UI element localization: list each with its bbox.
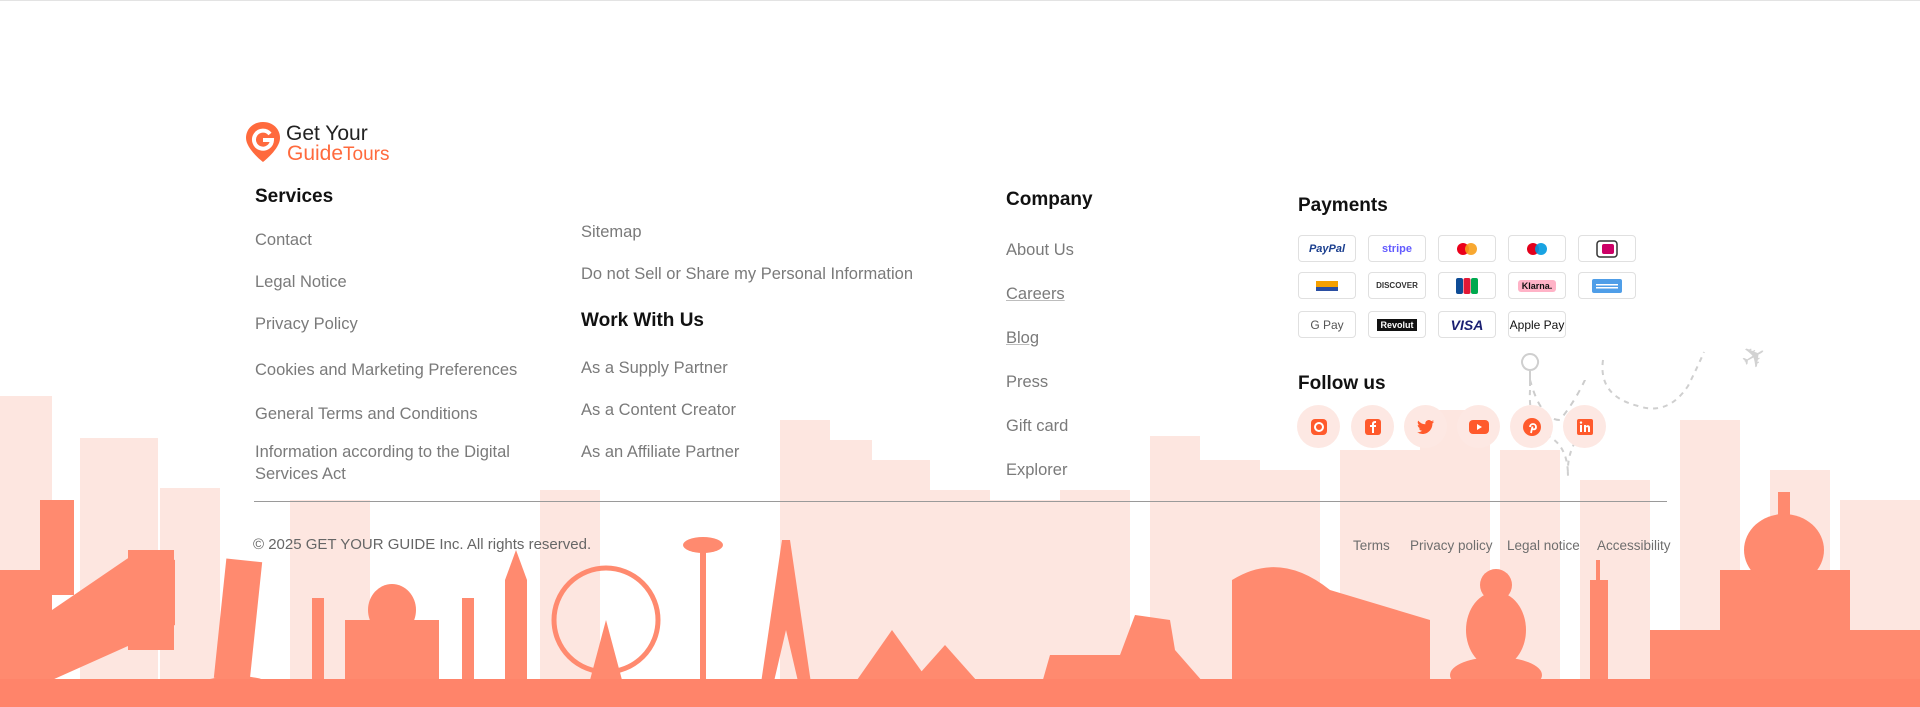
- brand-logo[interactable]: Get Your GuideTours: [246, 120, 406, 166]
- stripe-badge: stripe: [1368, 235, 1426, 262]
- sitemap-link[interactable]: Sitemap: [581, 221, 642, 243]
- stripe-label: stripe: [1382, 242, 1412, 255]
- revolut-label: Revolut: [1377, 318, 1417, 331]
- top-border: [0, 0, 1920, 1]
- sofort-badge: [1298, 272, 1356, 299]
- terms-link[interactable]: Terms: [1353, 538, 1390, 553]
- facebook-icon[interactable]: [1351, 405, 1394, 448]
- ideal-badge: [1578, 235, 1636, 262]
- general-terms-link[interactable]: General Terms and Conditions: [255, 403, 478, 425]
- digital-services-act-link[interactable]: Information according to the Digital Ser…: [255, 441, 545, 485]
- footer-divider: [254, 501, 1667, 502]
- google-pay-label: G Pay: [1310, 317, 1344, 332]
- linkedin-icon[interactable]: [1563, 405, 1606, 448]
- contact-link[interactable]: Contact: [255, 229, 312, 251]
- logo-line2: GuideTours: [287, 142, 390, 166]
- paypal-badge: PayPal: [1298, 235, 1356, 262]
- revolut-badge: Revolut: [1368, 311, 1426, 338]
- ideal-icon: [1596, 239, 1618, 258]
- explorer-link[interactable]: Explorer: [1006, 459, 1067, 481]
- apple-pay-label: Apple Pay: [1509, 317, 1565, 332]
- mastercard-icon: [1457, 242, 1477, 255]
- mastercard-badge: [1438, 235, 1496, 262]
- instagram-icon[interactable]: [1297, 405, 1340, 448]
- youtube-icon[interactable]: [1457, 405, 1500, 448]
- supply-partner-link[interactable]: As a Supply Partner: [581, 357, 728, 379]
- privacy-policy-link[interactable]: Privacy Policy: [255, 313, 358, 335]
- legal-notice-link[interactable]: Legal Notice: [255, 271, 347, 293]
- gift-card-link[interactable]: Gift card: [1006, 415, 1068, 437]
- accessibility-link[interactable]: Accessibility: [1597, 538, 1671, 553]
- jcb-badge: [1438, 272, 1496, 299]
- content-creator-link[interactable]: As a Content Creator: [581, 399, 736, 421]
- klarna-badge: Klarna.: [1508, 272, 1566, 299]
- affiliate-partner-link[interactable]: As an Affiliate Partner: [581, 441, 739, 463]
- paypal-label: PayPal: [1308, 242, 1346, 255]
- klarna-label: Klarna.: [1517, 279, 1557, 292]
- services-heading: Services: [255, 186, 334, 207]
- location-pin-logo-icon: [246, 122, 280, 162]
- work-with-us-heading: Work With Us: [581, 310, 704, 331]
- airplane-icon: ✈: [1735, 336, 1774, 379]
- amex-badge: [1578, 272, 1636, 299]
- press-link[interactable]: Press: [1006, 371, 1048, 393]
- company-heading: Company: [1006, 189, 1093, 210]
- discover-badge: DISCOVER: [1368, 272, 1426, 299]
- sofort-icon: [1316, 280, 1338, 291]
- cookies-preferences-link[interactable]: Cookies and Marketing Preferences: [255, 359, 517, 381]
- pinterest-icon[interactable]: [1510, 405, 1553, 448]
- google-pay-badge: G Pay: [1298, 311, 1356, 338]
- copyright-text: © 2025 GET YOUR GUIDE Inc. All rights re…: [253, 536, 592, 553]
- follow-us-heading: Follow us: [1298, 373, 1386, 394]
- amex-icon: [1592, 278, 1622, 293]
- privacy-policy-bottom-link[interactable]: Privacy policy: [1410, 538, 1493, 553]
- careers-link[interactable]: Careers: [1006, 283, 1065, 305]
- payments-heading: Payments: [1298, 195, 1388, 216]
- maestro-icon: [1527, 242, 1547, 255]
- maestro-badge: [1508, 235, 1566, 262]
- blog-link[interactable]: Blog: [1006, 327, 1039, 349]
- twitter-icon[interactable]: [1404, 405, 1447, 448]
- about-us-link[interactable]: About Us: [1006, 239, 1074, 261]
- visa-label: VISA: [1450, 316, 1484, 333]
- do-not-sell-link[interactable]: Do not Sell or Share my Personal Informa…: [581, 263, 913, 285]
- legal-notice-bottom-link[interactable]: Legal notice: [1507, 538, 1580, 553]
- logo-tours: Tours: [343, 144, 390, 165]
- jcb-icon: [1456, 277, 1478, 294]
- logo-guide: Guide: [287, 142, 344, 165]
- discover-label: DISCOVER: [1376, 281, 1418, 290]
- apple-pay-badge: Apple Pay: [1508, 311, 1566, 338]
- visa-badge: VISA: [1438, 311, 1496, 338]
